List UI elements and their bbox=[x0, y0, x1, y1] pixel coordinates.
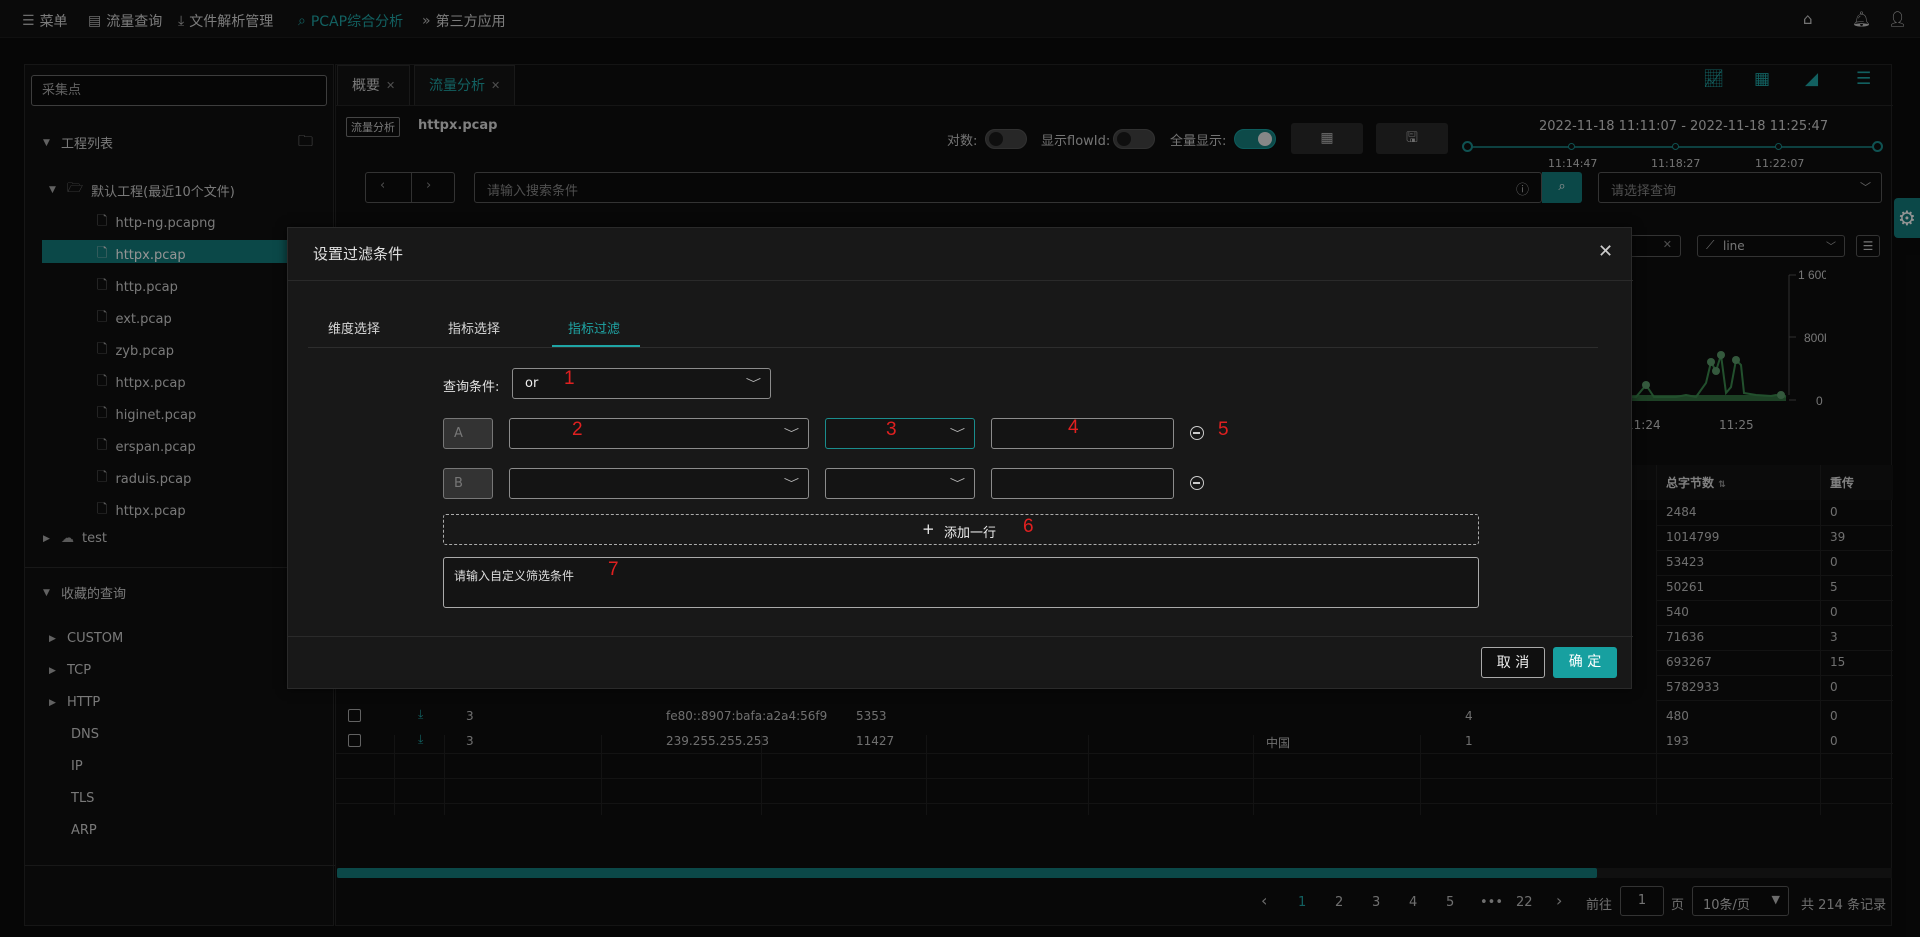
row-letter-b: B bbox=[443, 468, 493, 499]
annotation-label: 5 bbox=[1218, 419, 1229, 440]
close-icon[interactable]: ✕ bbox=[1598, 241, 1613, 262]
row-b-metric-select[interactable]: ﹀ bbox=[509, 468, 809, 499]
row-letter-a: A bbox=[443, 418, 493, 449]
condition-select[interactable]: or ﹀ bbox=[512, 368, 771, 399]
annotation-label: 1 bbox=[564, 368, 575, 389]
annotation-label: 6 bbox=[1023, 516, 1034, 537]
active-tab-indicator bbox=[552, 345, 640, 347]
row-b-value-input[interactable] bbox=[991, 468, 1174, 499]
chevron-down-icon: ﹀ bbox=[783, 477, 800, 490]
annotation-label: 3 bbox=[886, 419, 897, 440]
cancel-button[interactable]: 取 消 bbox=[1481, 647, 1545, 678]
row-a-value-input[interactable] bbox=[991, 418, 1174, 449]
row-a-metric-select[interactable]: ﹀ bbox=[509, 418, 809, 449]
row-b-operator-select[interactable]: ﹀ bbox=[825, 468, 975, 499]
filter-dialog: 设置过滤条件 ✕ 维度选择 指标选择 指标过滤 查询条件: or ﹀ 1 A ﹀… bbox=[287, 227, 1633, 689]
chevron-down-icon: ﹀ bbox=[745, 377, 762, 390]
annotation-label: 2 bbox=[572, 419, 583, 440]
chevron-down-icon: ﹀ bbox=[783, 427, 800, 440]
plus-icon: + bbox=[922, 520, 935, 538]
chevron-down-icon: ﹀ bbox=[949, 477, 966, 490]
row-a-operator-select[interactable]: ﹀ bbox=[825, 418, 975, 449]
dialog-title: 设置过滤条件 bbox=[313, 245, 404, 263]
confirm-button[interactable]: 确 定 bbox=[1553, 647, 1617, 678]
custom-filter-textarea[interactable]: 请输入自定义筛选条件 bbox=[443, 557, 1479, 608]
condition-label: 查询条件: bbox=[443, 380, 500, 395]
remove-row-icon[interactable] bbox=[1190, 476, 1204, 490]
tab-metric-select[interactable]: 指标选择 bbox=[448, 318, 500, 337]
tab-dimension-select[interactable]: 维度选择 bbox=[328, 318, 380, 337]
remove-row-icon[interactable] bbox=[1190, 426, 1204, 440]
annotation-label: 7 bbox=[608, 559, 619, 580]
add-row-button[interactable]: + 添加一行 bbox=[443, 514, 1479, 545]
tab-metric-filter[interactable]: 指标过滤 bbox=[568, 318, 620, 337]
annotation-label: 4 bbox=[1068, 417, 1079, 438]
chevron-down-icon: ﹀ bbox=[949, 427, 966, 440]
